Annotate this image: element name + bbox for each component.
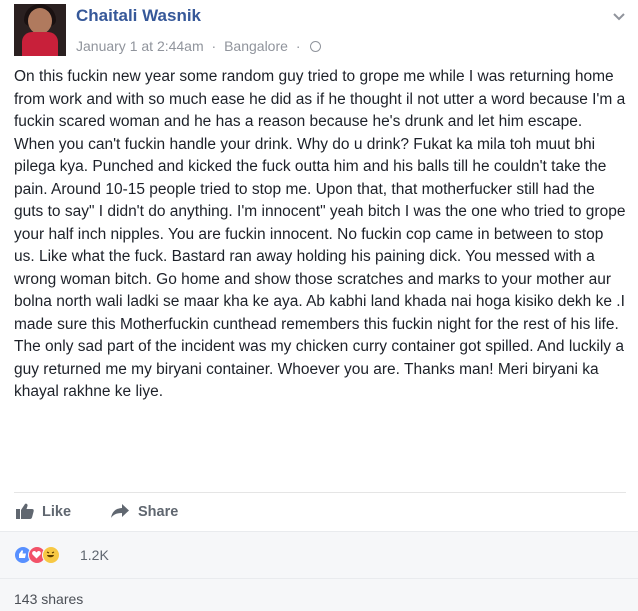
location-link[interactable]: Bangalore — [224, 38, 288, 54]
timestamp-link[interactable]: January 1 at 2:44am — [76, 38, 204, 54]
globe-icon[interactable] — [310, 41, 322, 52]
avatar-face — [28, 8, 52, 34]
avatar-dress — [22, 32, 58, 56]
share-button[interactable]: Share — [110, 503, 178, 523]
shares-bar: 143 shares — [0, 578, 638, 611]
author-name-link[interactable]: Chaitali Wasnik — [76, 6, 201, 26]
thumbs-up-icon — [16, 503, 34, 519]
reactions-bar: 1.2K — [0, 531, 638, 578]
post-body: On this fuckin new year some random guy … — [14, 68, 626, 400]
meta-separator: · — [211, 38, 217, 54]
reaction-count[interactable]: 1.2K — [80, 547, 109, 563]
share-label: Share — [138, 504, 179, 520]
post-meta: January 1 at 2:44am · Bangalore · — [76, 38, 322, 54]
reaction-icons[interactable] — [14, 546, 80, 564]
share-arrow-icon — [111, 504, 129, 518]
facebook-post: Chaitali Wasnik January 1 at 2:44am · Ba… — [0, 0, 638, 611]
shares-count-link[interactable]: 143 shares — [14, 591, 83, 607]
like-label: Like — [42, 504, 72, 520]
avatar[interactable] — [14, 4, 66, 56]
action-bar: Like Share — [14, 492, 626, 531]
chevron-down-icon[interactable] — [612, 10, 626, 24]
haha-reaction-icon — [42, 546, 60, 564]
like-button[interactable]: Like — [16, 503, 71, 523]
meta-separator: · — [295, 38, 301, 54]
post-header: Chaitali Wasnik January 1 at 2:44am · Ba… — [14, 4, 626, 60]
